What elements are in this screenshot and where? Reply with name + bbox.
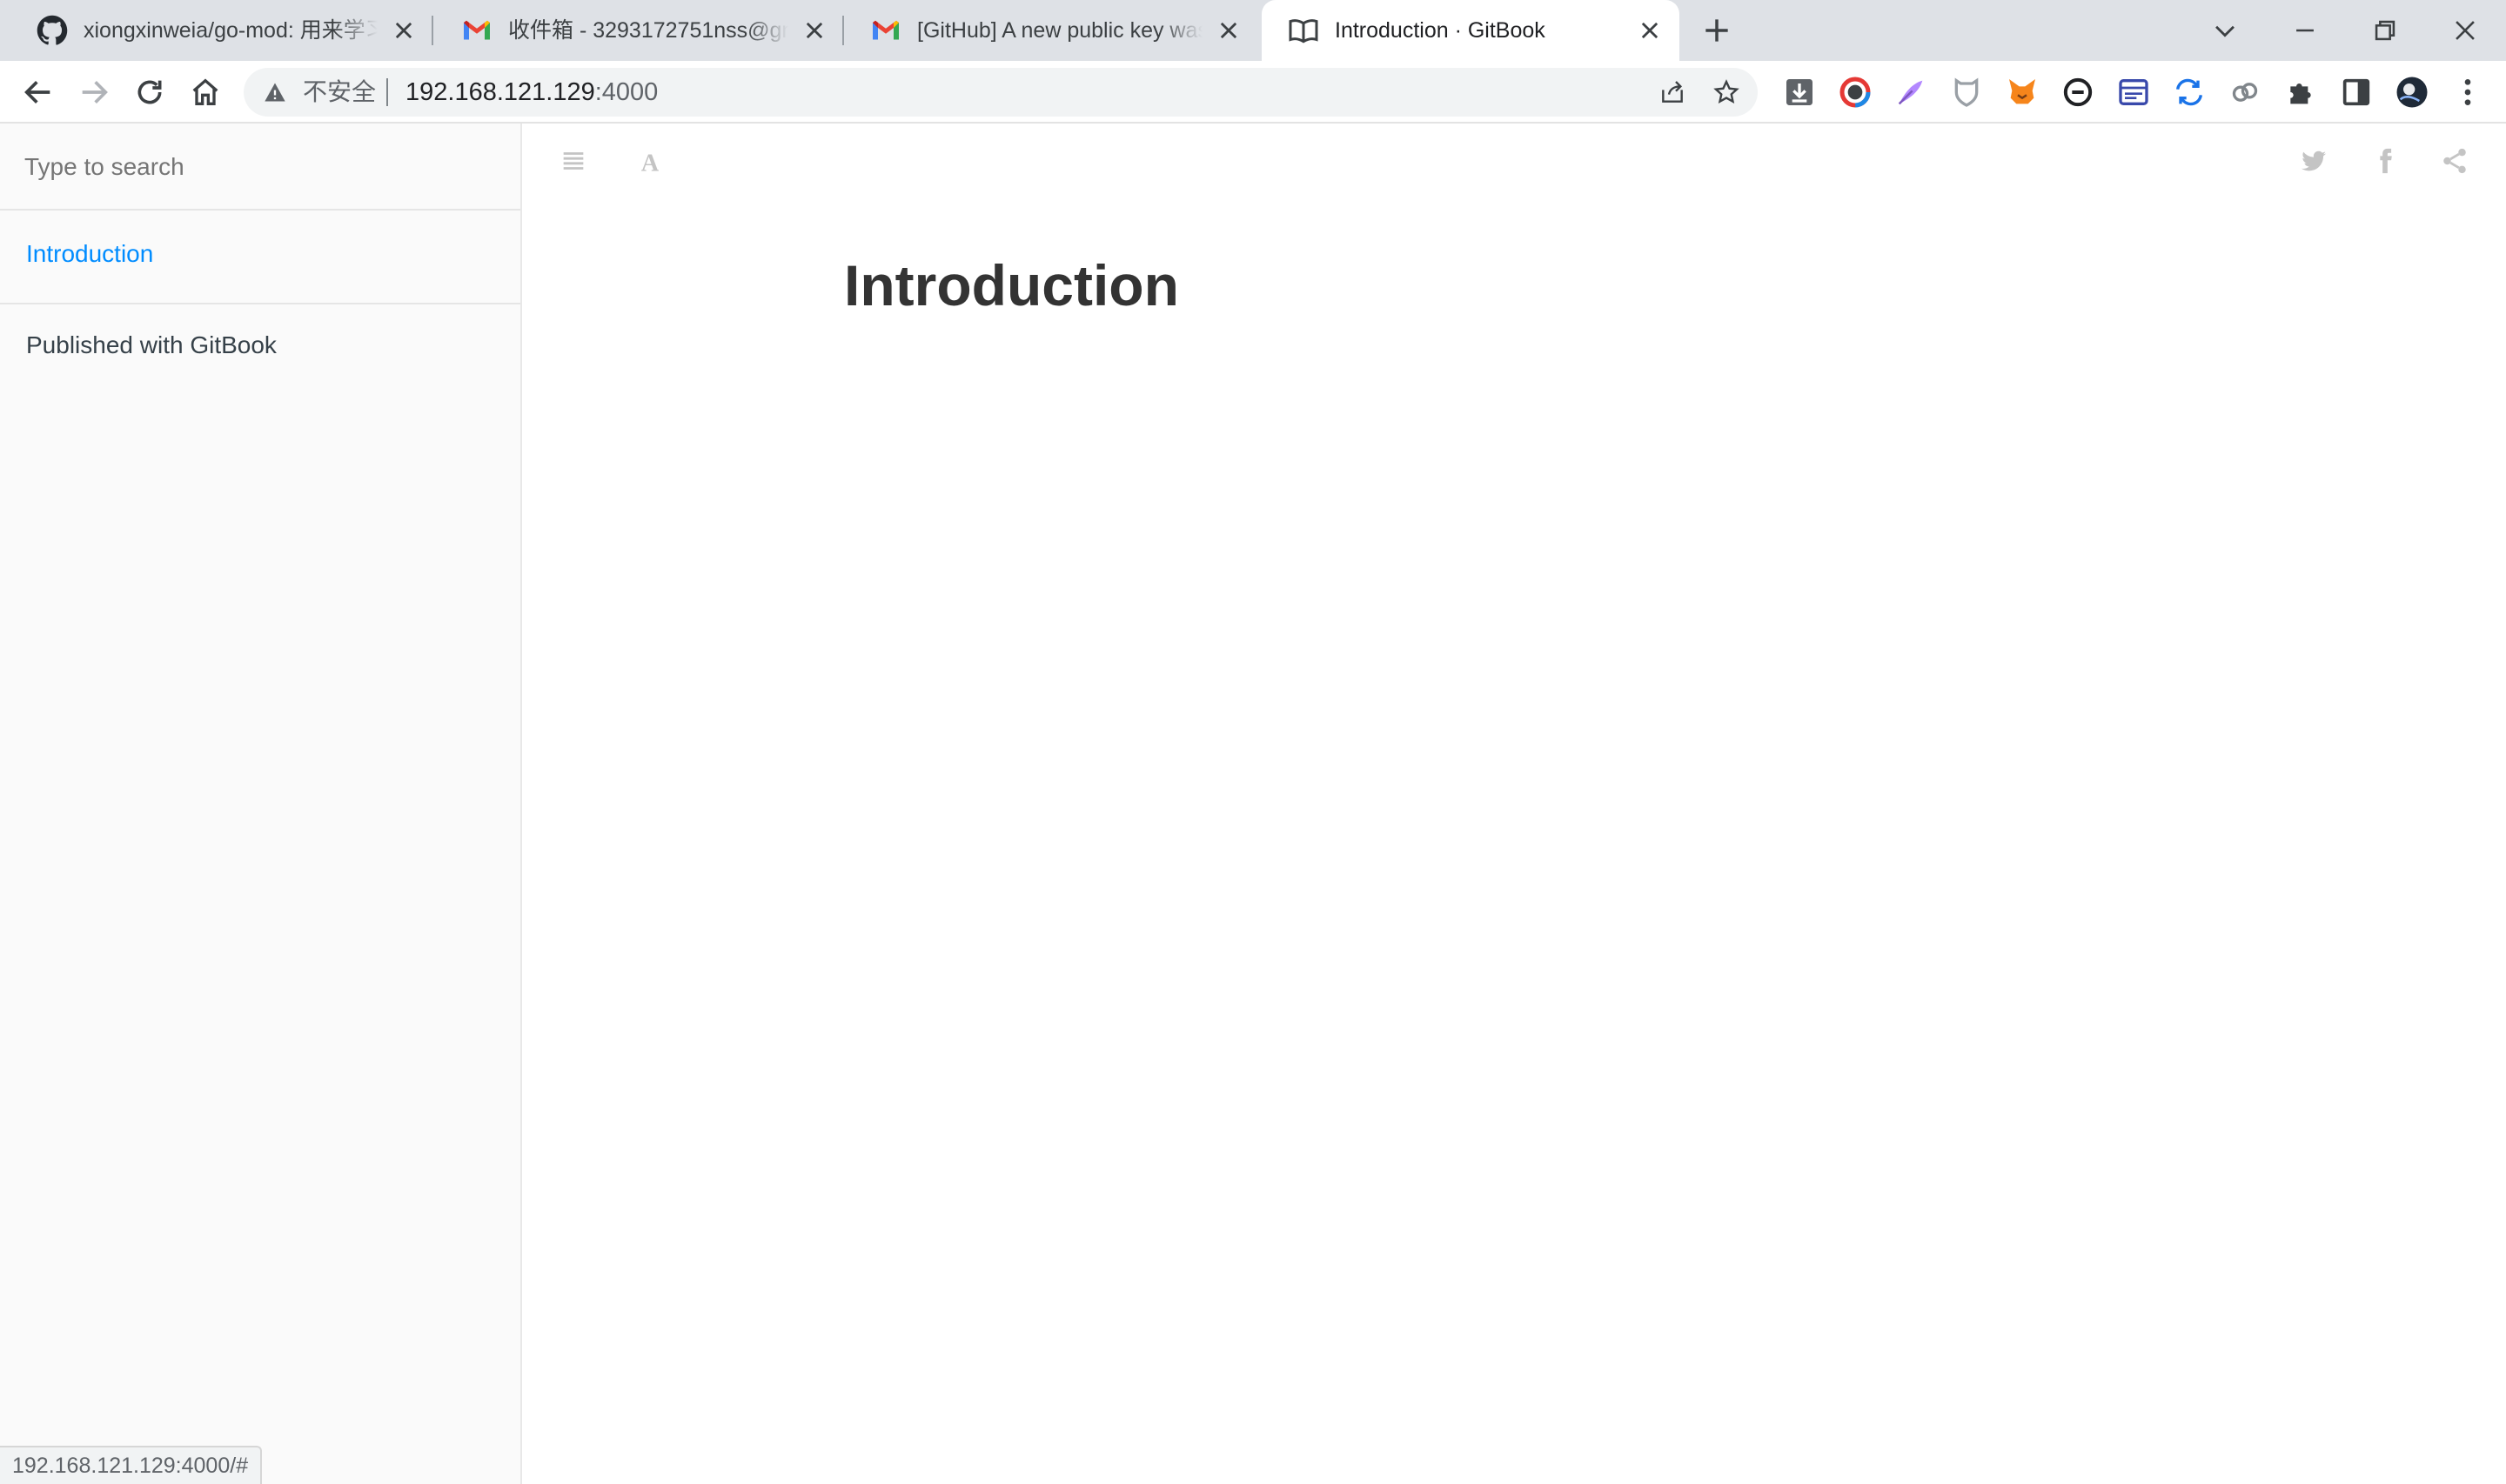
- minimize-window-icon[interactable]: [2290, 16, 2320, 45]
- address-bar[interactable]: 不安全 192.168.121.129:4000: [244, 68, 1758, 117]
- clock-extension-icon[interactable]: [2060, 75, 2095, 110]
- bookmark-star-icon[interactable]: [1712, 78, 1740, 106]
- download-extension-icon[interactable]: [1782, 75, 1817, 110]
- new-tab-icon[interactable]: [1700, 14, 1733, 47]
- url-host: 192.168.121.129: [405, 78, 595, 106]
- search-input[interactable]: [0, 124, 520, 211]
- close-window-icon[interactable]: [2450, 16, 2480, 45]
- extensions-puzzle-icon[interactable]: [2283, 75, 2318, 110]
- side-panel-icon[interactable]: [2339, 75, 2374, 110]
- tab-title: xiongxinweia/go-mod: 用来学习: [84, 18, 378, 43]
- browser-menu-icon[interactable]: [2450, 75, 2485, 110]
- link-extension-icon[interactable]: [2228, 75, 2262, 110]
- tab-search-chevron-icon[interactable]: [2210, 16, 2240, 45]
- tab-title: 收件箱 - 3293172751nss@gmail.com: [508, 18, 788, 43]
- close-tab-icon[interactable]: [1216, 18, 1241, 43]
- metamask-fox-icon[interactable]: [2005, 75, 2040, 110]
- toggle-sidebar-icon[interactable]: [559, 146, 588, 176]
- font-settings-icon[interactable]: A: [635, 146, 665, 176]
- book-summary-sidebar: Introduction Published with GitBook: [0, 124, 522, 1484]
- book-body: A Introduction: [522, 124, 2506, 1484]
- gmail-icon: [464, 20, 490, 40]
- tab-gmail-inbox[interactable]: 收件箱 - 3293172751nss@gmail.com: [435, 0, 844, 61]
- github-icon: [37, 15, 68, 45]
- tab-github-go-mod[interactable]: xiongxinweia/go-mod: 用来学习: [10, 0, 433, 61]
- close-tab-icon[interactable]: [1638, 18, 1662, 43]
- close-tab-icon[interactable]: [392, 18, 416, 43]
- browser-toolbar: 不安全 192.168.121.129:4000 0: [0, 61, 2506, 174]
- tab-title: [GitHub] A new public key was added: [917, 18, 1203, 43]
- svg-text:A: A: [641, 150, 660, 176]
- share-icon[interactable]: [2440, 146, 2469, 176]
- tab-separator: [432, 16, 433, 45]
- profile-avatar-icon[interactable]: [2395, 75, 2429, 110]
- tab-title: Introduction · GitBook: [1335, 18, 1545, 43]
- sync-extension-icon[interactable]: [2172, 75, 2207, 110]
- home-icon[interactable]: [188, 75, 223, 110]
- close-tab-icon[interactable]: [802, 18, 827, 43]
- published-with-gitbook-link[interactable]: Published with GitBook: [0, 304, 520, 386]
- page-title: Introduction: [844, 253, 1179, 318]
- window-extension-icon[interactable]: [2116, 75, 2151, 110]
- back-icon[interactable]: [21, 75, 56, 110]
- gitbook-book-icon: [1289, 19, 1318, 43]
- shield-extension-icon[interactable]: [1949, 75, 1984, 110]
- reload-icon[interactable]: [132, 75, 167, 110]
- feather-extension-icon[interactable]: [1893, 75, 1928, 110]
- sidebar-item-introduction[interactable]: Introduction: [0, 211, 520, 304]
- tab-gitbook-introduction[interactable]: Introduction · GitBook: [1262, 0, 1679, 61]
- tab-gmail-github-key[interactable]: [GitHub] A new public key was added: [844, 0, 1258, 61]
- omnibox-divider: [386, 78, 388, 106]
- share-icon[interactable]: [1658, 78, 1686, 106]
- url-port: :4000: [594, 78, 659, 106]
- facebook-icon[interactable]: [2370, 146, 2400, 176]
- gmail-icon: [873, 20, 899, 40]
- link-status-bubble: 192.168.121.129:4000/#: [0, 1446, 263, 1484]
- url-text[interactable]: 192.168.121.129:4000: [405, 68, 658, 117]
- warning-icon[interactable]: [263, 80, 287, 104]
- search-box: [0, 124, 520, 211]
- browser-tab-strip: xiongxinweia/go-mod: 用来学习 收件箱 - 32931727…: [0, 0, 2506, 61]
- restore-window-icon[interactable]: [2370, 16, 2400, 45]
- twitter-icon[interactable]: [2299, 146, 2328, 176]
- not-secure-label[interactable]: 不安全: [303, 68, 376, 117]
- color-picker-extension-icon[interactable]: [1838, 75, 1873, 110]
- forward-icon[interactable]: [77, 75, 111, 110]
